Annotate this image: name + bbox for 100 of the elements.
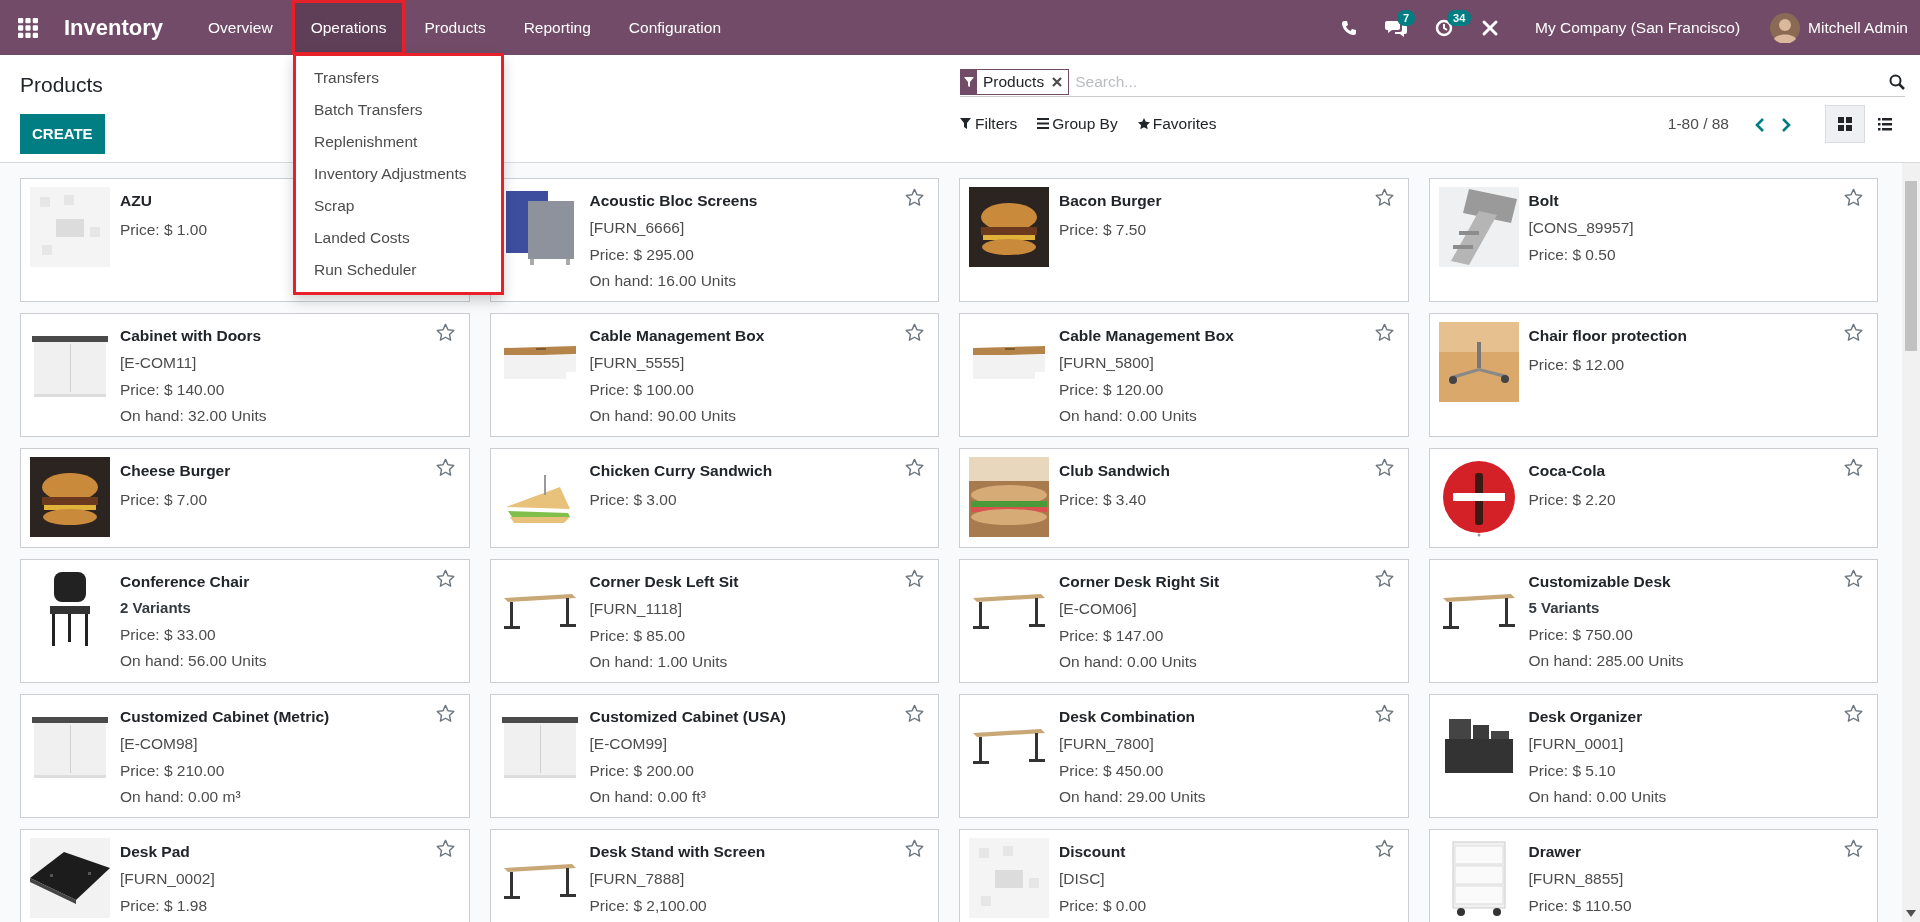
product-name: Desk Combination — [1059, 707, 1196, 727]
clock-icon[interactable] — [1435, 18, 1454, 37]
filter-icon — [964, 76, 974, 87]
create-button[interactable]: CREATE — [20, 113, 105, 154]
menu-item[interactable]: Batch Transfers — [296, 94, 501, 126]
filter-toggle[interactable]: Favorites — [1137, 112, 1227, 136]
product-card[interactable]: Cable Management Box [FURN_5800] Price: $ 120.00 On hand: 0.00 Units — [959, 313, 1409, 437]
star-icon[interactable] — [905, 323, 924, 342]
product-card[interactable]: Customized Cabinet (Metric) [E-COM98] Price: $ 210.00 On hand: 0.00 m³ — [20, 694, 470, 818]
product-card[interactable]: Drawer [FURN_8855] Price: $ 110.50 — [1428, 829, 1878, 922]
product-code: [FURN_8855] — [1528, 869, 1624, 889]
star-icon[interactable] — [1844, 188, 1863, 207]
filter-facet[interactable]: Products — [960, 68, 1070, 95]
star-icon[interactable] — [1374, 188, 1394, 207]
scrollbar-thumb[interactable] — [1905, 181, 1917, 351]
product-card[interactable]: Cheese Burger Price: $ 7.00 — [20, 448, 470, 548]
product-card[interactable]: Desk Stand with Screen [FURN_7888] Price: $ 2,100.00 — [489, 829, 939, 922]
phone-icon[interactable] — [1341, 19, 1358, 36]
menu-item[interactable]: Products — [405, 0, 505, 55]
product-card[interactable]: Cable Management Box [FURN_5555] Price: $ 100.00 On hand: 90.00 Units — [489, 313, 939, 437]
tools-icon[interactable] — [1481, 18, 1500, 37]
star-icon[interactable] — [435, 839, 455, 858]
star-icon[interactable] — [1374, 569, 1394, 588]
product-card[interactable]: Discount [DISC] Price: $ 0.00 — [959, 829, 1409, 922]
star-icon[interactable] — [1844, 323, 1863, 342]
product-card[interactable]: Club Sandwich Price: $ 3.40 — [959, 448, 1409, 548]
filter-toggle[interactable]: Filters — [960, 112, 1028, 136]
star-icon[interactable] — [1374, 839, 1394, 858]
star-icon[interactable] — [435, 704, 455, 723]
star-icon[interactable] — [435, 323, 455, 342]
product-price: Price: $ 0.50 — [1528, 245, 1616, 265]
star-icon[interactable] — [905, 458, 924, 477]
on-hand-quantity: On hand: 90.00 Units — [589, 406, 736, 426]
product-price: Price: $ 12.00 — [1528, 355, 1625, 375]
product-price: Price: $ 100.00 — [589, 380, 694, 400]
product-card[interactable]: Chicken Curry Sandwich Price: $ 3.00 — [489, 448, 939, 548]
product-price: Price: $ 85.00 — [589, 626, 686, 646]
user-name[interactable]: Mitchell Admin — [1808, 15, 1908, 40]
product-price: Price: $ 5.10 — [1528, 761, 1616, 781]
product-name: Drawer — [1528, 842, 1582, 862]
product-card[interactable]: Desk Pad [FURN_0002] Price: $ 1.98 — [20, 829, 470, 922]
product-name: Bolt — [1528, 191, 1559, 211]
menu-item[interactable]: Configuration — [609, 0, 741, 55]
star-icon[interactable] — [1374, 458, 1394, 477]
star-icon[interactable] — [905, 188, 924, 207]
star-icon[interactable] — [435, 458, 455, 477]
product-card[interactable]: Cabinet with Doors [E-COM11] Price: $ 140.00 On hand: 32.00 Units — [20, 313, 470, 437]
product-price: Price: $ 147.00 — [1059, 626, 1164, 646]
product-name: Bacon Burger — [1059, 191, 1162, 211]
product-name: Cable Management Box — [589, 326, 765, 346]
star-icon[interactable] — [1844, 569, 1863, 588]
variants-count: 2 Variants — [120, 598, 191, 618]
scrollbar[interactable] — [1902, 163, 1920, 922]
star-icon[interactable] — [905, 704, 924, 723]
menu-item[interactable]: Operations — [291, 0, 406, 55]
star-icon[interactable] — [1844, 458, 1863, 477]
close-icon[interactable] — [1052, 76, 1063, 87]
star-icon[interactable] — [1844, 839, 1863, 858]
menu-item[interactable]: Transfers — [296, 62, 501, 94]
menu-item[interactable]: Reporting — [504, 0, 610, 55]
product-card[interactable]: Desk Combination [FURN_7800] Price: $ 450.00 On hand: 29.00 Units — [959, 694, 1409, 818]
star-icon[interactable] — [905, 569, 924, 588]
product-card[interactable]: Conference Chair 2 Variants Price: $ 33.00 On hand: 56.00 Units — [20, 559, 470, 683]
product-code: [E-COM11] — [120, 353, 197, 373]
product-price: Price: $ 750.00 — [1528, 625, 1633, 645]
product-card[interactable]: Customized Cabinet (USA) [E-COM99] Price: $ 200.00 On hand: 0.00 ft³ — [489, 694, 939, 818]
list-icon — [1878, 117, 1892, 131]
avatar-icon[interactable] — [1770, 12, 1801, 43]
product-name: Desk Stand with Screen — [589, 842, 766, 862]
on-hand-quantity: On hand: 285.00 Units — [1528, 651, 1684, 671]
menu-item[interactable]: Replenishment — [296, 126, 501, 158]
menu-item[interactable]: Overview — [189, 0, 292, 55]
star-icon[interactable] — [905, 839, 924, 858]
star-icon[interactable] — [1374, 704, 1394, 723]
product-card[interactable]: Desk Organizer [FURN_0001] Price: $ 5.10 On hand: 0.00 Units — [1428, 694, 1878, 818]
product-card[interactable]: Acoustic Bloc Screens [FURN_6666] Price: $ 295.00 On hand: 16.00 Units — [489, 178, 939, 302]
search-icon[interactable] — [1889, 73, 1905, 90]
filter-toggle[interactable]: Group By — [1037, 112, 1128, 136]
product-code: [FURN_0002] — [120, 869, 215, 889]
product-card[interactable]: Customizable Desk 5 Variants Price: $ 750.00 On hand: 285.00 Units — [1428, 559, 1878, 683]
product-code: [E-COM06] — [1059, 599, 1137, 619]
product-name: Cable Management Box — [1059, 326, 1234, 346]
on-hand-quantity: On hand: 0.00 Units — [1528, 787, 1667, 807]
apps-menu-icon[interactable] — [18, 17, 38, 38]
product-price: Price: $ 3.40 — [1059, 490, 1147, 510]
product-code: [E-COM99] — [589, 734, 667, 754]
product-card[interactable]: Corner Desk Right Sit [E-COM06] Price: $ 147.00 On hand: 0.00 Units — [959, 559, 1409, 683]
company-switcher[interactable]: My Company (San Francisco) — [1513, 15, 1771, 40]
product-code: [CONS_89957] — [1528, 218, 1634, 238]
product-card[interactable]: Bolt [CONS_89957] Price: $ 0.50 — [1428, 178, 1878, 302]
star-icon[interactable] — [435, 569, 455, 588]
star-icon[interactable] — [1374, 323, 1394, 342]
scroll-down-icon[interactable] — [1906, 910, 1916, 918]
star-icon[interactable] — [1844, 704, 1863, 723]
product-card[interactable]: Corner Desk Left Sit [FURN_1118] Price: $ 85.00 On hand: 1.00 Units — [489, 559, 939, 683]
view-switch[interactable] — [1825, 105, 1865, 143]
product-card[interactable]: Coca-Cola Price: $ 2.20 — [1428, 448, 1878, 548]
product-card[interactable]: Chair floor protection Price: $ 12.00 — [1428, 313, 1878, 437]
product-card[interactable]: Bacon Burger Price: $ 7.50 — [959, 178, 1409, 302]
product-code: [FURN_7800] — [1059, 734, 1154, 754]
